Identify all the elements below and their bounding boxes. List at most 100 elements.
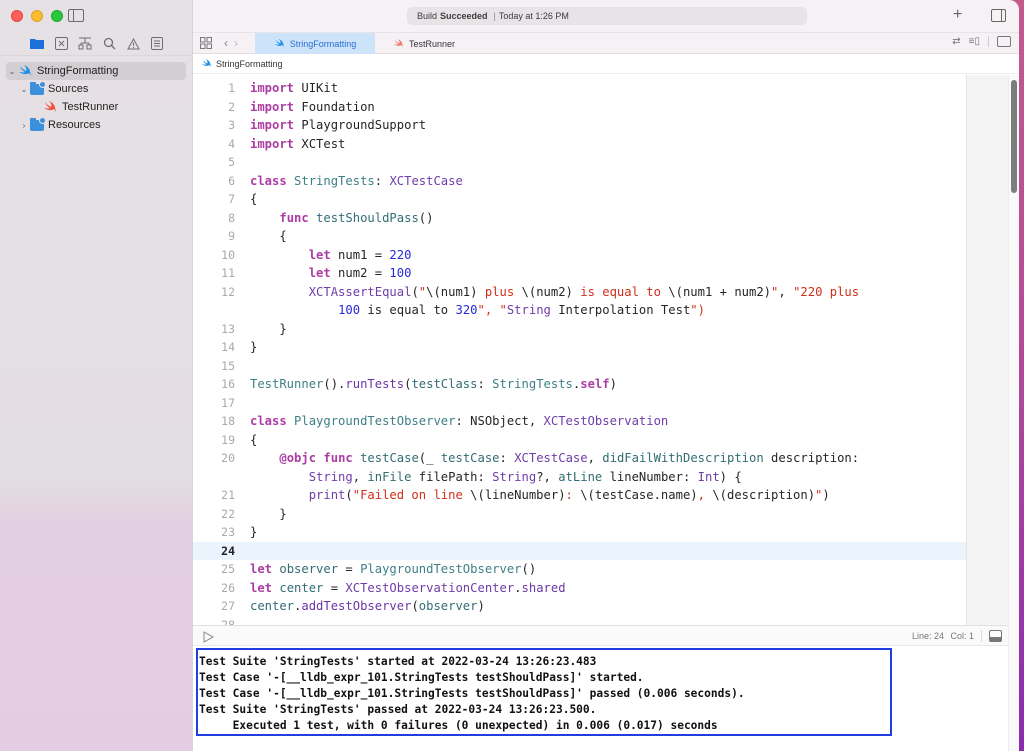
swap-icon[interactable]: ⇄ [952, 36, 960, 47]
code-text: } [250, 525, 258, 539]
chevron-right-icon[interactable]: › [18, 121, 30, 130]
code-line[interactable]: 25 let observer = PlaygroundTestObserver(… [193, 560, 966, 579]
code-line[interactable]: 14} [193, 338, 966, 357]
tree-item-testrunner[interactable]: TestRunner [6, 98, 186, 116]
code-line[interactable]: 10 let num1 = 220 [193, 246, 966, 265]
code-line[interactable]: 27 center.addTestObserver(observer) [193, 597, 966, 616]
code-line[interactable]: 8 func testShouldPass() [193, 209, 966, 228]
minimap[interactable] [966, 75, 1008, 625]
code-text: { [250, 229, 287, 243]
minimize-button[interactable] [31, 10, 43, 22]
code-editor[interactable]: 1 import UIKit 2 import Foundation 3 import P… [193, 75, 966, 625]
code-line[interactable]: 2 import Foundation [193, 98, 966, 117]
line-number: 16 [221, 377, 235, 391]
line-number: 18 [221, 414, 235, 428]
console-line: Test Suite 'StringTests' started at 2022… [199, 655, 597, 668]
code-text: import Foundation [250, 99, 375, 114]
status-prefix: Build [417, 11, 438, 21]
line-number: 20 [221, 451, 235, 465]
code-line[interactable]: 19 { [193, 431, 966, 450]
code-line[interactable]: 16 TestRunner().runTests(testClass: Strin… [193, 375, 966, 394]
line-number: 10 [221, 247, 235, 262]
code-line[interactable]: 13 } [193, 320, 966, 339]
line-number: 27 [221, 599, 235, 613]
close-button[interactable] [11, 10, 23, 22]
scrollbar-thumb[interactable] [1011, 80, 1017, 193]
code-text: { [250, 192, 258, 206]
tab-stringformatting[interactable]: StringFormatting [255, 33, 375, 54]
code-text: center.addTestObserver(observer) [250, 599, 485, 613]
navigator-sidebar: ⌄ StringFormatting ⌄ Sources TestRunner … [0, 0, 193, 751]
add-button[interactable]: + [953, 6, 962, 24]
navigator-selector-bar [0, 32, 193, 56]
code-line[interactable]: 5 [193, 153, 966, 172]
code-line[interactable]: 12 XCTAssertEqual("\(num1) plus \(num2) … [193, 283, 966, 320]
code-line[interactable]: 28 [193, 616, 966, 626]
warning-icon[interactable] [125, 36, 141, 52]
tree-item-resources[interactable]: › Resources [6, 116, 186, 134]
code-line[interactable]: 21 print("Failed on line \(lineNumber): … [193, 486, 966, 505]
breadcrumb[interactable]: StringFormatting [193, 54, 1019, 74]
console-line: Test Case '-[__lldb_expr_101.StringTests… [199, 687, 745, 700]
code-line[interactable]: 11 let num2 = 100 [193, 264, 966, 283]
tree-item-stringformatting[interactable]: ⌄ StringFormatting [6, 62, 186, 80]
editor-options: ⇄ ≡▯ [952, 36, 1011, 47]
forward-icon[interactable]: › [234, 36, 244, 50]
tab-label: TestRunner [409, 38, 456, 49]
code-line[interactable]: 22 } [193, 505, 966, 524]
code-line[interactable]: 17 [193, 394, 966, 413]
line-number: 26 [221, 580, 235, 595]
code-text: let center = XCTestObservationCenter.sha… [250, 580, 566, 595]
chevron-down-icon[interactable]: ⌄ [18, 85, 30, 94]
code-text: class StringTests: XCTestCase [250, 173, 463, 188]
line-number: 17 [221, 395, 235, 410]
tree-item-label: StringFormatting [37, 65, 119, 77]
line-number: 4 [228, 136, 235, 151]
swift-icon [274, 39, 284, 48]
divider [988, 36, 989, 47]
code-line[interactable]: 24 [193, 541, 966, 560]
code-line[interactable]: 9 { [193, 227, 966, 246]
line-number: 8 [228, 210, 235, 225]
chevron-down-icon[interactable]: ⌄ [6, 67, 18, 76]
tab-testrunner[interactable]: TestRunner [393, 33, 483, 54]
code-line[interactable]: 4 import XCTest [193, 135, 966, 154]
sidebar-toggle-icon[interactable] [68, 9, 84, 22]
console-line: Executed 1 test, with 0 failures (0 unex… [199, 719, 718, 732]
code-line[interactable]: 3 import PlaygroundSupport [193, 116, 966, 135]
back-icon[interactable]: ‹ [224, 36, 234, 50]
add-editor-icon[interactable] [997, 36, 1011, 47]
related-items-icon[interactable] [200, 37, 212, 49]
code-line[interactable]: 6 class StringTests: XCTestCase [193, 172, 966, 191]
line-number: 22 [221, 506, 235, 521]
search-icon[interactable] [101, 36, 117, 52]
console-area[interactable]: Test Suite 'StringTests' started at 2022… [193, 646, 1008, 751]
code-text: @objc func testCase(_ testCase: XCTestCa… [279, 451, 860, 484]
zoom-button[interactable] [51, 10, 63, 22]
inspector-toggle-icon[interactable] [991, 9, 1006, 22]
code-text: func testShouldPass() [279, 210, 434, 225]
editor-options-icon[interactable]: ≡▯ [969, 36, 980, 47]
code-line[interactable]: 18 class PlaygroundTestObserver: NSObject… [193, 412, 966, 431]
xcode-window: ⌄ StringFormatting ⌄ Sources TestRunner … [0, 0, 1019, 751]
code-text: let num2 = 100 [308, 266, 412, 280]
tree-item-label: Sources [48, 83, 89, 95]
code-line[interactable]: 20 @objc func testCase(_ testCase: XCTes… [193, 449, 966, 486]
line-indicator: Line: 24 [911, 631, 944, 641]
console-toggle-icon[interactable] [989, 630, 1002, 642]
line-number: 3 [228, 118, 235, 132]
code-line[interactable]: 1 import UIKit [193, 79, 966, 98]
tree-item-sources[interactable]: ⌄ Sources [6, 80, 186, 98]
code-line[interactable]: 23} [193, 523, 966, 542]
report-icon[interactable] [149, 36, 165, 52]
source-control-icon[interactable] [53, 36, 69, 52]
tab-label: StringFormatting [289, 38, 357, 49]
folder-icon[interactable] [29, 36, 45, 52]
code-line[interactable]: 15 [193, 357, 966, 376]
folder-icon [30, 80, 46, 95]
history-nav: ‹› [224, 36, 244, 50]
hierarchy-icon[interactable] [77, 36, 93, 52]
code-line[interactable]: 7{ [193, 190, 966, 209]
code-line[interactable]: 26 let center = XCTestObservationCenter.s… [193, 579, 966, 598]
swift-icon [394, 39, 403, 48]
